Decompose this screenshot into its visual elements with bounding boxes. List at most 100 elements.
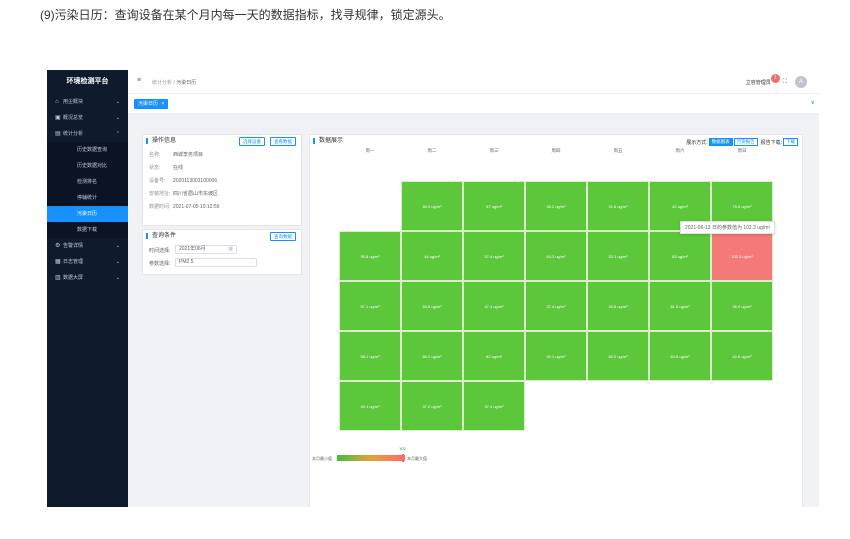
sidebar-subitem-0[interactable]: 历史数据查询 — [47, 142, 128, 158]
weekday-label: 周四 — [551, 148, 561, 153]
calendar-day-cell[interactable]: 27.4 ug/m³ — [525, 281, 587, 331]
tab-label: 污染日历 — [138, 101, 159, 107]
download-button[interactable]: 下载 — [783, 138, 798, 146]
calendar-day-cell[interactable]: 97.1 ug/m³ — [339, 281, 401, 331]
tab-pollution-calendar[interactable]: 污染日历 × — [134, 99, 169, 109]
breadcrumb-parent[interactable]: 统计分析 — [152, 80, 172, 86]
info-key: 状态: — [149, 165, 161, 171]
calendar-day-cell[interactable]: 82 ug/m³ — [463, 331, 525, 381]
sidebar-subitem-2[interactable]: 检测排名 — [47, 174, 128, 190]
calendar-day-cell[interactable]: 44 ug/m³ — [401, 231, 463, 281]
calendar-day-cell[interactable]: 86.2 ug/m³ — [401, 331, 463, 381]
panel-title: 数据展示 — [313, 138, 343, 144]
calendar-day-cell[interactable]: 83 ug/m³ — [649, 231, 711, 281]
calendar-day-cell[interactable]: 47.4 ug/m³ — [463, 281, 525, 331]
fullscreen-icon[interactable]: ⛶ — [783, 79, 787, 86]
calendar-day-cell[interactable]: 62.6 ug/m³ — [711, 331, 773, 381]
calendar-day-cell[interactable]: 63.8 ug/m³ — [649, 331, 711, 381]
chevron-down-icon[interactable]: ∨ — [811, 99, 815, 106]
sidebar-item-1[interactable]: ▣ 概况总览 ⌄ — [47, 110, 128, 126]
sidebar-item-b2-icon: ▥ — [55, 275, 61, 281]
time-label: 时间选择: — [149, 248, 171, 254]
weekday-label: 周日 — [737, 148, 747, 153]
sidebar-item-b2[interactable]: ▥ 数据大屏 ⌄ — [47, 270, 128, 286]
calendar-day-cell[interactable]: 95.8 ug/m³ — [339, 231, 401, 281]
app-window: 环境检测平台 ⌂ 用尘概块 ⌄ ▣ 概况总览 ⌄ ▤ 统计分析 ⌃ 历史数据查询 历史数据对比 检测… — [47, 70, 819, 507]
brand-title: 环境检测平台 — [66, 78, 109, 85]
mode-chart-button[interactable]: 数据图表 — [708, 138, 733, 146]
close-icon[interactable]: × — [161, 101, 164, 107]
month-picker[interactable]: 2021年06月 ▦ — [175, 245, 237, 254]
calendar-day-cell[interactable]: 60.2 ug/m³ — [587, 331, 649, 381]
info-row: 安装地址: 四川省眉山市东坡区 — [149, 190, 218, 197]
weekday-label: 周六 — [675, 148, 685, 153]
sidebar-item-b2-label: 数据大屏 — [63, 275, 84, 281]
scale-marker — [402, 454, 404, 462]
sidebar-subitem-5[interactable]: 数据下载 — [47, 222, 128, 238]
sidebar-item-b0-icon: ⚙ — [55, 243, 61, 249]
scale-max-value: 102 — [399, 446, 406, 451]
info-key: 设备号: — [149, 178, 166, 184]
weekday-label: 周五 — [613, 148, 623, 153]
calendar-icon: ▦ — [228, 246, 233, 252]
panel-title: 操作信息 — [146, 138, 176, 144]
param-label: 参数选择: — [149, 261, 171, 267]
calendar-day-cell[interactable]: 53.1 ug/m³ — [587, 231, 649, 281]
report-label: 报告下载: — [760, 139, 782, 146]
calendar-day-cell[interactable]: 92.1 ug/m³ — [525, 331, 587, 381]
calendar-day-cell[interactable]: 102.3 ug/m³ — [711, 231, 773, 281]
chevron-icon: ⌄ — [115, 99, 120, 105]
select-device-button[interactable]: 选择设备 — [239, 137, 265, 146]
calendar-day-cell[interactable]: 61.5 ug/m³ — [649, 281, 711, 331]
weekday-label: 周二 — [427, 148, 437, 153]
sidebar-subitem-1[interactable]: 历史数据对比 — [47, 158, 128, 174]
sidebar-item-b0[interactable]: ⚙ 告警详情 ⌄ — [47, 238, 128, 254]
info-key: 名称: — [149, 152, 161, 158]
info-value: 2021-07-05 10:12:59 — [173, 204, 220, 210]
chevron-icon: ⌄ — [115, 243, 120, 249]
calendar-day-cell[interactable]: 64.3 ug/m³ — [525, 231, 587, 281]
mode-report-button[interactable]: 污染报告 — [733, 138, 758, 146]
operation-info-panel: 操作信息 选择设备 查看数据 名称: 西城李务项目 状态: 在线设备号: 2020113… — [142, 134, 302, 226]
calendar-day-cell[interactable]: 34.8 ug/m³ — [587, 281, 649, 331]
scale-max-label: 本月最大值 — [407, 456, 427, 461]
calendar-day-cell[interactable]: 57 ug/m³ — [463, 181, 525, 231]
param-select[interactable]: PM2.5 ⌄ — [175, 258, 257, 267]
calendar-day-cell[interactable]: 58.1 ug/m³ — [339, 331, 401, 381]
info-row: 状态: 在线 — [149, 164, 183, 171]
view-data-button[interactable]: 查看数据 — [270, 137, 296, 146]
info-row: 设备号: 2020113003100006 — [149, 177, 217, 184]
info-key: 数据时间: — [149, 204, 171, 210]
calendar-day-cell[interactable]: 37.2 ug/m³ — [401, 381, 463, 431]
page-caption: (9)污染日历：查询设备在某个月内每一天的数据指标，找寻规律，锁定源头。 — [40, 8, 451, 22]
query-data-button[interactable]: 查询数据 — [270, 232, 296, 241]
sidebar-item-1-icon: ▣ — [55, 115, 61, 121]
sidebar-subitem-4[interactable]: 污染日历 — [47, 206, 128, 222]
param-value: PM2.5 — [179, 259, 194, 265]
time-select-row: 时间选择: — [149, 247, 173, 254]
calendar-day-cell[interactable]: 37.4 ug/m³ — [463, 381, 525, 431]
notification-badge: 1 — [770, 73, 780, 83]
admin-menu[interactable]: 立容管理员 1 — [746, 73, 780, 86]
admin-name[interactable]: 立容管理员 — [746, 80, 771, 86]
mode-label: 展示方式: — [686, 139, 708, 146]
calendar-day-cell[interactable]: 26.2 ug/m³ — [525, 181, 587, 231]
sidebar-item-0[interactable]: ⌂ 用尘概块 ⌄ — [47, 94, 128, 110]
weekday-label: 周一 — [365, 148, 375, 153]
info-row: 名称: 西城李务项目 — [149, 151, 203, 158]
chevron-down-icon: ⌄ — [248, 259, 253, 265]
panel-title: 查询条件 — [146, 233, 176, 239]
sidebar-item-2[interactable]: ▤ 统计分析 ⌃ — [47, 126, 128, 142]
calendar-day-cell[interactable]: 53.6 ug/m³ — [401, 281, 463, 331]
calendar-day-cell[interactable]: 31.6 ug/m³ — [587, 181, 649, 231]
avatar[interactable]: A — [795, 76, 807, 88]
calendar-day-cell[interactable]: 46.9 ug/m³ — [711, 281, 773, 331]
calendar-day-cell[interactable]: 50.0 ug/m³ — [401, 181, 463, 231]
sidebar: 环境检测平台 ⌂ 用尘概块 ⌄ ▣ 概况总览 ⌄ ▤ 统计分析 ⌃ 历史数据查询 历史数据对比 检测… — [47, 70, 128, 507]
chevron-icon: ⌃ — [115, 131, 120, 137]
calendar-day-cell[interactable]: 57.4 ug/m³ — [463, 231, 525, 281]
sidebar-item-b1[interactable]: ▦ 日志管理 ⌄ — [47, 254, 128, 270]
calendar-day-cell[interactable]: 49.1 ug/m³ — [339, 381, 401, 431]
hamburger-icon[interactable]: ≡ — [137, 77, 141, 84]
sidebar-subitem-3[interactable]: 停辅统计 — [47, 190, 128, 206]
